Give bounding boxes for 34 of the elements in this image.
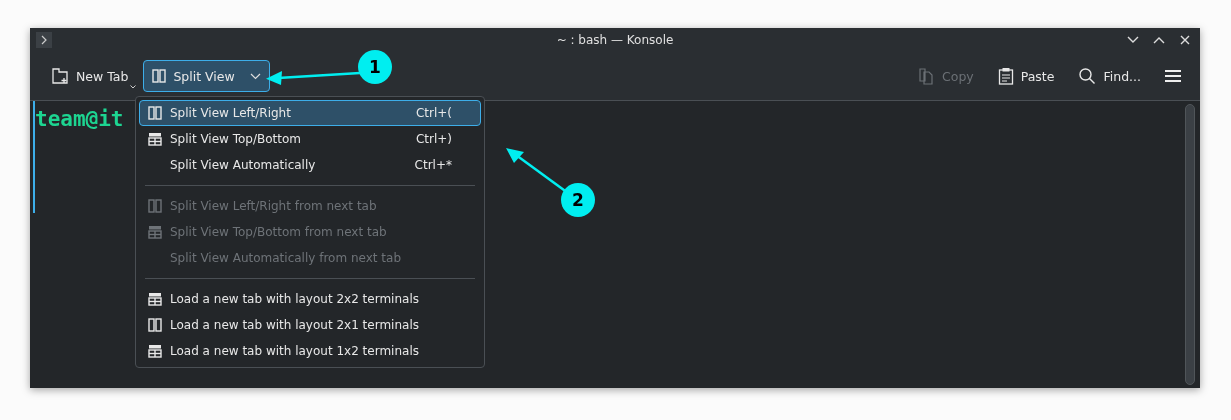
split-rows-icon bbox=[148, 292, 162, 306]
caret-icon bbox=[130, 85, 137, 89]
window-title: ~ : bash — Konsole bbox=[556, 33, 674, 47]
menu-item[interactable]: Split View Top/Bottom Ctrl+) bbox=[139, 126, 481, 152]
chevron-up-icon bbox=[1153, 36, 1165, 44]
chevron-right-icon bbox=[40, 35, 48, 45]
close-icon bbox=[1180, 35, 1190, 45]
window-menu-button[interactable] bbox=[36, 32, 52, 48]
paste-button[interactable]: Paste bbox=[988, 60, 1064, 92]
split-columns-icon bbox=[148, 318, 162, 332]
split-view-button[interactable]: Split View bbox=[143, 60, 270, 92]
menu-icon bbox=[1165, 69, 1181, 83]
new-tab-icon bbox=[51, 67, 69, 85]
search-icon bbox=[1078, 67, 1097, 85]
chevron-down-icon bbox=[249, 72, 261, 80]
menu-item[interactable]: Split View Automatically Ctrl+* bbox=[139, 152, 481, 178]
clipboard-icon bbox=[997, 67, 1014, 85]
split-rows-icon bbox=[148, 344, 162, 358]
split-rows-icon bbox=[148, 132, 162, 146]
callout-marker: 1 bbox=[358, 50, 392, 84]
split-rows-icon bbox=[148, 225, 162, 239]
menu-item[interactable]: Load a new tab with layout 2x2 terminals bbox=[139, 286, 481, 312]
menu-item[interactable]: Load a new tab with layout 1x2 terminals bbox=[139, 338, 481, 364]
menu-item[interactable]: Load a new tab with layout 2x1 terminals bbox=[139, 312, 481, 338]
scrollbar[interactable] bbox=[1185, 104, 1195, 385]
copy-icon bbox=[917, 67, 935, 85]
chevron-down-icon bbox=[1127, 36, 1139, 44]
split-columns-icon bbox=[148, 106, 162, 120]
menu-item[interactable]: Split View Left/Right Ctrl+( bbox=[139, 100, 481, 126]
new-tab-button[interactable]: New Tab bbox=[42, 60, 138, 92]
terminal-prompt: team@it bbox=[35, 107, 124, 133]
split-columns-icon bbox=[152, 69, 167, 83]
split-columns-icon bbox=[148, 199, 162, 213]
find-button[interactable]: Find... bbox=[1069, 60, 1150, 92]
